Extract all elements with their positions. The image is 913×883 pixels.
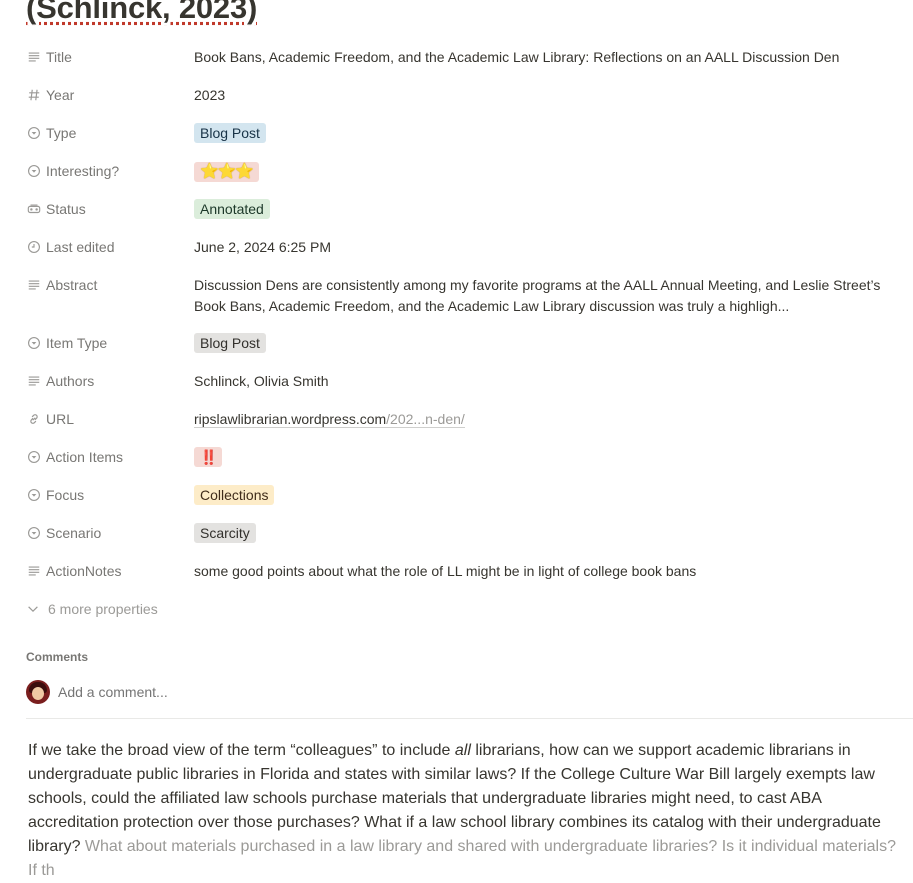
property-row-url: URL ripslawlibrarian.wordpress.com/202...… (26, 400, 913, 438)
property-name[interactable]: Year (26, 76, 194, 114)
text-lines-icon (26, 563, 42, 579)
property-value-url[interactable]: ripslawlibrarian.wordpress.com/202...n-d… (194, 400, 913, 430)
property-value-focus[interactable]: Collections (194, 476, 913, 506)
tag[interactable]: ‼️ (194, 447, 223, 467)
property-label: Scenario (46, 525, 102, 541)
more-properties-label: 6 more properties (48, 601, 158, 617)
comment-input[interactable] (58, 684, 458, 700)
page-title[interactable]: (Schlinck, 2023) (26, 0, 257, 26)
text-lines-icon (26, 49, 42, 65)
property-text: some good points about what the role of … (194, 563, 697, 579)
property-row-actionnotes: ActionNotes some good points about what t… (26, 552, 913, 590)
tag[interactable]: Scarcity (194, 523, 256, 543)
property-name[interactable]: Interesting? (26, 152, 194, 190)
property-value-scenario[interactable]: Scarcity (194, 514, 913, 544)
tag[interactable]: Blog Post (194, 123, 266, 143)
property-label: Year (46, 87, 75, 103)
property-value-status[interactable]: Annotated (194, 190, 913, 220)
property-name[interactable]: Status (26, 190, 194, 228)
page-body-paragraph[interactable]: If we take the broad view of the term “c… (28, 739, 908, 883)
property-value-type[interactable]: Blog Post (194, 114, 913, 144)
tag[interactable]: Collections (194, 485, 275, 505)
select-icon (26, 125, 42, 141)
property-row-year: Year 2023 (26, 76, 913, 114)
property-value-title[interactable]: Book Bans, Academic Freedom, and the Aca… (194, 38, 913, 68)
property-value-actionnotes[interactable]: some good points about what the role of … (194, 552, 913, 582)
property-value-interesting[interactable]: ⭐⭐⭐ (194, 152, 913, 182)
property-row-last-edited: Last edited June 2, 2024 6:25 PM (26, 228, 913, 266)
property-name[interactable]: Title (26, 38, 194, 76)
property-name[interactable]: Authors (26, 362, 194, 400)
property-value-item-type[interactable]: Blog Post (194, 324, 913, 354)
property-label: Abstract (46, 277, 98, 293)
text-lines-icon (26, 373, 42, 389)
property-name[interactable]: Scenario (26, 514, 194, 552)
property-row-action-items: Action Items ‼️ (26, 438, 913, 476)
property-label: Status (46, 201, 86, 217)
property-name[interactable]: Type (26, 114, 194, 152)
select-icon (26, 163, 42, 179)
hash-icon (26, 87, 42, 103)
property-row-item-type: Item Type Blog Post (26, 324, 913, 362)
comment-bar (26, 680, 458, 704)
chevron-down-icon (26, 602, 48, 616)
property-row-abstract: Abstract Discussion Dens are consistently… (26, 266, 913, 324)
property-label: Action Items (46, 449, 124, 465)
property-row-authors: Authors Schlinck, Olivia Smith (26, 362, 913, 400)
property-value-action-items[interactable]: ‼️ (194, 438, 913, 468)
property-name[interactable]: Item Type (26, 324, 194, 362)
property-row-title: Title Book Bans, Academic Freedom, and th… (26, 38, 913, 76)
property-row-interesting: Interesting? ⭐⭐⭐ (26, 152, 913, 190)
tag[interactable]: Blog Post (194, 333, 266, 353)
url-link-path[interactable]: /202...n-den/ (386, 411, 465, 428)
property-label: Focus (46, 487, 85, 503)
property-text: June 2, 2024 6:25 PM (194, 239, 331, 255)
property-name[interactable]: Action Items (26, 438, 194, 476)
property-name[interactable]: Abstract (26, 266, 194, 304)
property-value-last-edited[interactable]: June 2, 2024 6:25 PM (194, 228, 913, 258)
properties-panel: Title Book Bans, Academic Freedom, and th… (26, 38, 913, 628)
property-label: Title (46, 49, 72, 65)
property-row-type: Type Blog Post (26, 114, 913, 152)
property-row-status: Status Annotated (26, 190, 913, 228)
property-label: Item Type (46, 335, 108, 351)
avatar (26, 680, 50, 704)
clock-icon (26, 239, 42, 255)
property-value-year[interactable]: 2023 (194, 76, 913, 106)
property-label: Authors (46, 373, 95, 389)
url-link-domain[interactable]: ripslawlibrarian.wordpress.com (194, 411, 387, 428)
property-label: Interesting? (46, 163, 120, 179)
property-label: ActionNotes (46, 563, 122, 579)
property-name[interactable]: Last edited (26, 228, 194, 266)
text-lines-icon (26, 277, 42, 293)
property-text: Schlinck, Olivia Smith (194, 373, 329, 389)
property-text: 2023 (194, 87, 226, 103)
select-icon (26, 487, 42, 503)
property-row-focus: Focus Collections (26, 476, 913, 514)
property-text: Book Bans, Academic Freedom, and the Aca… (194, 49, 840, 65)
property-row-scenario: Scenario Scarcity (26, 514, 913, 552)
link-icon (26, 411, 42, 427)
property-text: Discussion Dens are consistently among m… (194, 277, 881, 314)
more-properties-toggle[interactable]: 6 more properties (26, 590, 913, 628)
divider (26, 718, 913, 719)
property-name[interactable]: Focus (26, 476, 194, 514)
property-label: Type (46, 125, 77, 141)
property-value-authors[interactable]: Schlinck, Olivia Smith (194, 362, 913, 392)
select-icon (26, 525, 42, 541)
property-name[interactable]: URL (26, 400, 194, 438)
comments-heading: Comments (26, 650, 89, 664)
property-label: Last edited (46, 239, 115, 255)
select-icon (26, 449, 42, 465)
status-icon (26, 201, 42, 217)
tag[interactable]: Annotated (194, 199, 270, 219)
property-name[interactable]: ActionNotes (26, 552, 194, 590)
property-value-abstract[interactable]: Discussion Dens are consistently among m… (194, 266, 913, 317)
property-label: URL (46, 411, 75, 427)
tag[interactable]: ⭐⭐⭐ (194, 162, 260, 182)
select-icon (26, 335, 42, 351)
